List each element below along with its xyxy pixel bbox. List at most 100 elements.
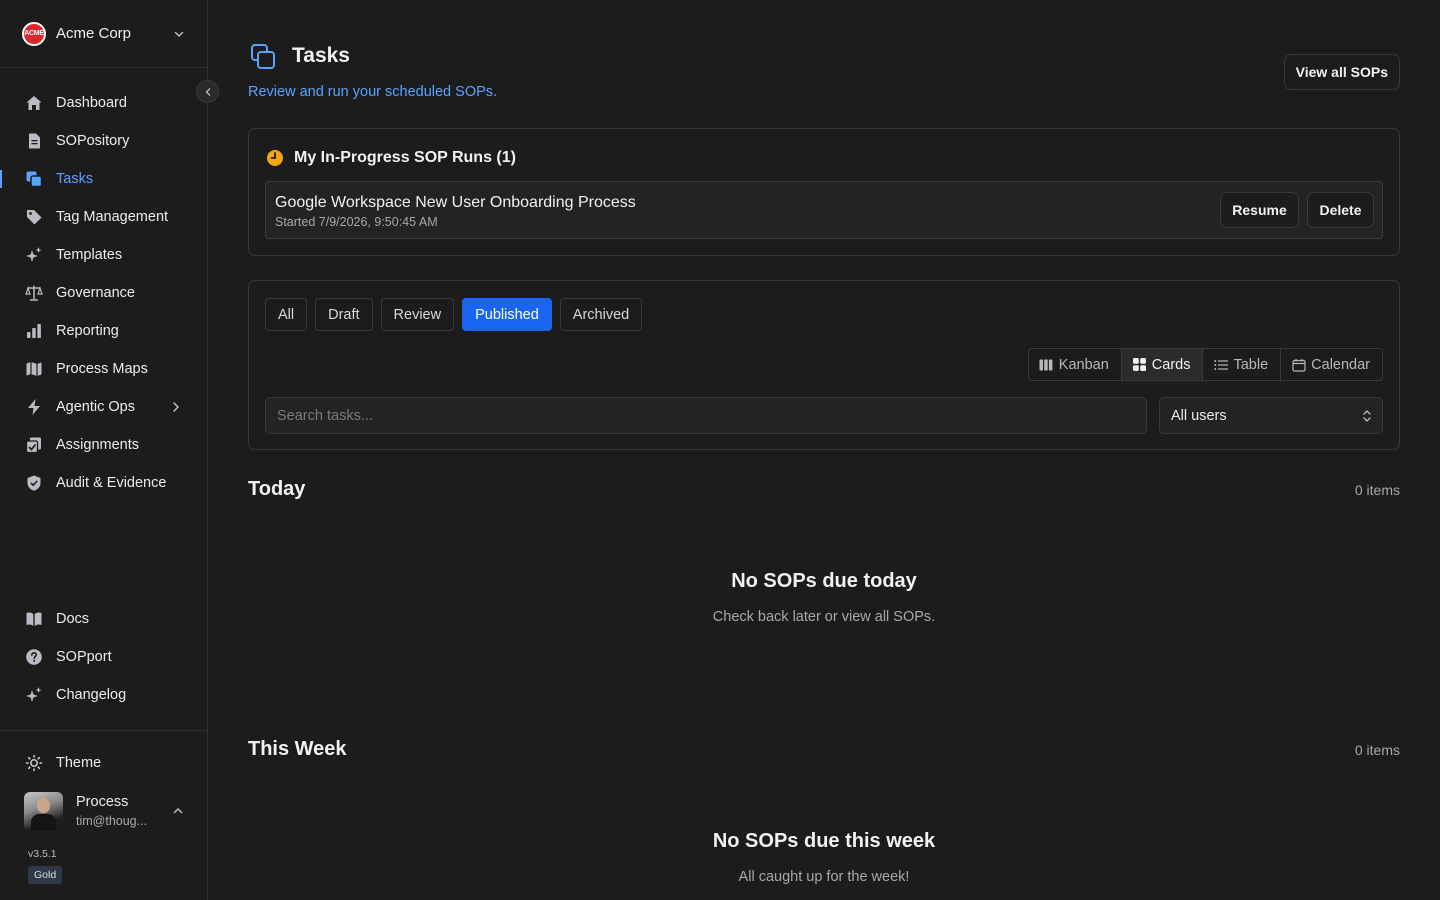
sidebar-item-label: Tasks (56, 171, 94, 187)
in-progress-title-row: My In-Progress SOP Runs (1) (266, 149, 516, 167)
view-table[interactable]: Table (1203, 349, 1282, 380)
bar-chart-icon (24, 321, 44, 341)
tab-all[interactable]: All (265, 298, 308, 331)
empty-state-title: No SOPs due this week (712, 830, 936, 852)
sidebar-item-changelog[interactable]: Changelog (0, 676, 207, 714)
view-kanban[interactable]: Kanban (1029, 349, 1122, 380)
sidebar-item-audit-evidence[interactable]: Audit & Evidence (0, 464, 207, 502)
help-icon (24, 647, 44, 667)
tag-icon (24, 207, 44, 227)
tab-published[interactable]: Published (462, 298, 552, 331)
section-count: 0 items (1354, 482, 1400, 498)
chevron-right-icon (173, 402, 180, 412)
user-menu[interactable]: Process tim@thoug... (24, 791, 184, 831)
bolt-icon (24, 397, 44, 417)
chevron-left-icon (205, 87, 210, 96)
view-label: Table (1233, 356, 1269, 373)
sidebar-item-label: Templates (56, 247, 123, 263)
sidebar-item-label: Reporting (56, 323, 119, 339)
sidebar-item-dashboard[interactable]: Dashboard (0, 84, 207, 122)
run-started: Started 7/9/2026, 9:50:45 AM (275, 215, 438, 229)
org-switcher[interactable]: ACME Acme Corp (0, 0, 207, 68)
resume-button[interactable]: Resume (1220, 192, 1299, 228)
assignment-icon (24, 435, 44, 455)
run-name: Google Workspace New User Onboarding Pro… (275, 194, 636, 211)
empty-state-title: No SOPs due today (731, 570, 917, 592)
page-title: Tasks (292, 44, 350, 67)
theme-toggle[interactable]: Theme (24, 753, 101, 773)
view-label: Kanban (1058, 356, 1109, 373)
view-all-sops-button[interactable]: View all SOPs (1283, 54, 1400, 90)
in-progress-runs-card: My In-Progress SOP Runs (1) Google Works… (248, 128, 1400, 256)
sparkles-icon (24, 685, 44, 705)
empty-state-subtitle: Check back later or view all SOPs. (712, 609, 936, 625)
kanban-icon (1039, 357, 1054, 372)
in-progress-title: My In-Progress SOP Runs (1) (294, 149, 516, 166)
tab-review[interactable]: Review (380, 298, 455, 331)
sidebar-item-assignments[interactable]: Assignments (0, 426, 207, 464)
search-input[interactable] (265, 397, 1147, 434)
sidebar-item-label: Changelog (56, 687, 127, 703)
collapse-sidebar-button[interactable] (196, 80, 219, 103)
user-email: tim@thoug... (76, 814, 148, 828)
sidebar-item-label: Dashboard (56, 95, 127, 111)
sidebar: ACME Acme Corp Dashboard SOPository Task… (0, 0, 219, 900)
tasks-icon (24, 169, 44, 189)
sidebar-item-label: SOPport (56, 649, 112, 665)
user-filter-select[interactable]: All users (1159, 397, 1383, 434)
calendar-icon (1291, 357, 1306, 372)
acme-logo: ACME (22, 21, 46, 46)
page-subtitle: Review and run your scheduled SOPs. (248, 84, 498, 100)
sidebar-item-tag-management[interactable]: Tag Management (0, 198, 207, 236)
view-switcher: Kanban Cards Table Calendar (1027, 348, 1383, 381)
sparkles-icon (24, 245, 44, 265)
tier-badge: Gold (28, 866, 63, 884)
tasks-icon (251, 44, 275, 69)
empty-state-subtitle: All caught up for the week! (738, 869, 910, 885)
sidebar-footer: Theme Process tim@thoug... v3.5.1 Gold (0, 730, 207, 900)
main-content: Tasks Review and run your scheduled SOPs… (248, 0, 1400, 900)
tab-archived[interactable]: Archived (559, 298, 643, 331)
book-icon (24, 609, 44, 629)
scale-icon (24, 283, 44, 303)
sidebar-item-label: Tag Management (56, 209, 169, 225)
sidebar-item-label: Docs (56, 611, 90, 627)
sidebar-item-sopository[interactable]: SOPository (0, 122, 207, 160)
section-title: Today (248, 478, 306, 500)
sidebar-item-tasks[interactable]: Tasks (0, 160, 207, 198)
secondary-nav: Docs SOPport Changelog (0, 600, 207, 714)
sidebar-item-label: Agentic Ops (56, 399, 135, 415)
sidebar-item-docs[interactable]: Docs (0, 600, 207, 638)
view-label: Calendar (1311, 356, 1370, 373)
delete-button[interactable]: Delete (1307, 192, 1374, 228)
sidebar-item-process-maps[interactable]: Process Maps (0, 350, 207, 388)
user-name: Process (76, 794, 129, 810)
sidebar-item-reporting[interactable]: Reporting (0, 312, 207, 350)
chevron-up-down-icon (1363, 410, 1371, 422)
status-tabs: All Draft Review Published Archived (265, 298, 650, 331)
view-cards[interactable]: Cards (1121, 349, 1204, 380)
org-name: Acme Corp (56, 25, 132, 42)
section-count: 0 items (1354, 742, 1400, 758)
tab-draft[interactable]: Draft (315, 298, 373, 331)
version-label: v3.5.1 (28, 848, 57, 860)
sidebar-item-governance[interactable]: Governance (0, 274, 207, 312)
sidebar-item-templates[interactable]: Templates (0, 236, 207, 274)
sidebar-item-label: Assignments (56, 437, 140, 453)
chevron-down-icon (174, 31, 184, 37)
document-icon (24, 131, 44, 151)
avatar (24, 791, 63, 831)
sidebar-item-sopport[interactable]: SOPport (0, 638, 207, 676)
view-calendar[interactable]: Calendar (1281, 349, 1382, 380)
sidebar-item-agentic-ops[interactable]: Agentic Ops (0, 388, 207, 426)
user-filter-value: All users (1171, 407, 1227, 424)
sidebar-item-label: Governance (56, 285, 135, 301)
theme-label: Theme (56, 755, 102, 771)
sidebar-item-label: Process Maps (56, 361, 148, 377)
section-title: This Week (248, 738, 347, 760)
main-nav: Dashboard SOPository Tasks Tag Managemen… (0, 84, 207, 502)
chevron-up-icon (173, 807, 183, 814)
view-label: Cards (1151, 356, 1191, 373)
sun-icon (24, 753, 44, 773)
filters-card: All Draft Review Published Archived Kanb… (248, 280, 1400, 450)
